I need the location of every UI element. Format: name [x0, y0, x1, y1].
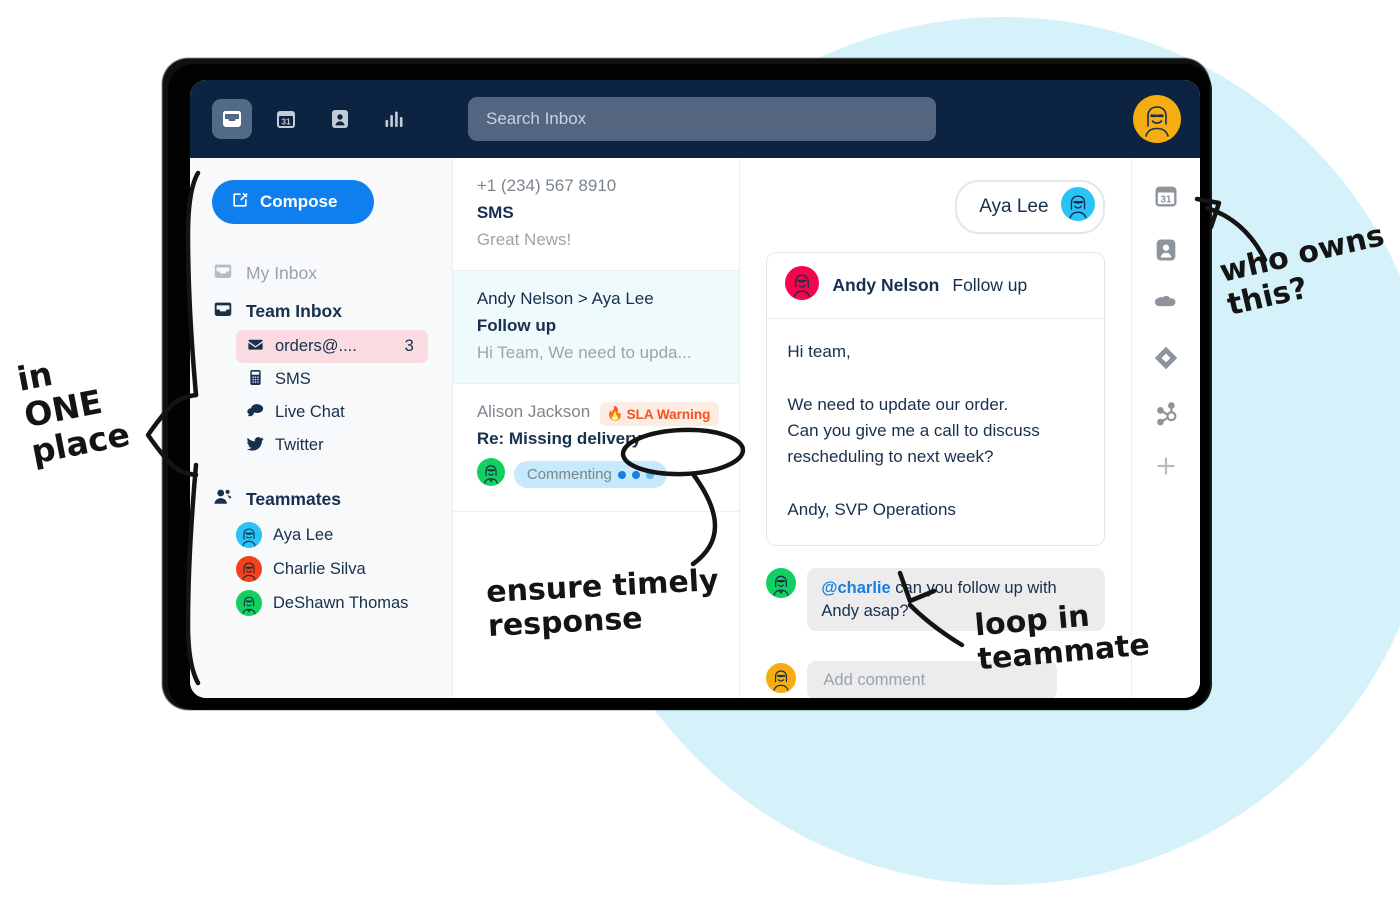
typing-dot	[617, 470, 626, 479]
sidebar-channel-live-chat[interactable]: Live Chat	[236, 396, 428, 429]
sidebar-item-label: My Inbox	[246, 262, 317, 283]
calendar-icon[interactable]: 31	[1150, 180, 1182, 212]
svg-text:31: 31	[1160, 194, 1171, 205]
envelope-icon	[246, 335, 265, 359]
teammate-name: DeShawn Thomas	[273, 593, 409, 612]
sidebar-teammate-charlie-silva[interactable]: Charlie Silva	[236, 552, 452, 586]
avatar	[236, 590, 262, 616]
left-sidebar: Compose My Inbox Team Inbox orders@.... …	[190, 158, 453, 698]
mention-link[interactable]: @charlie	[821, 579, 890, 597]
commenting-label: Commenting	[526, 466, 612, 483]
chat-icon	[246, 401, 265, 425]
compose-label: Compose	[260, 192, 338, 211]
people-icon	[212, 486, 234, 513]
conversation-preview: Great News!	[476, 230, 572, 249]
top-navigation-bar: 31 Search Inbox	[190, 80, 1200, 158]
inbox-icon	[212, 298, 234, 325]
conversation-item[interactable]: Andy Nelson > Aya Lee Follow up Hi Team,…	[452, 271, 740, 384]
commenting-indicator: Commenting	[476, 458, 720, 491]
conversation-sender: Andy Nelson > Aya Lee	[476, 289, 654, 308]
twitter-icon	[246, 434, 265, 458]
message-body: Hi team, We need to update our order. Ca…	[787, 342, 1040, 520]
contact-icon[interactable]	[1150, 234, 1182, 266]
assignee-label: Aya Lee	[979, 196, 1049, 217]
user-avatar[interactable]	[1132, 94, 1182, 144]
conversation-sender: Alison Jackson	[476, 402, 591, 421]
message-card: Andy Nelson Follow up Hi team, We need t…	[766, 252, 1105, 547]
conversation-subject: SMS	[476, 203, 514, 222]
search-placeholder: Search Inbox	[486, 109, 587, 128]
sidebar-section-gap	[190, 462, 452, 480]
sidebar-teammate-deshawn-thomas[interactable]: DeShawn Thomas	[236, 586, 452, 620]
fire-icon: 🔥	[606, 406, 624, 421]
analytics-icon[interactable]	[374, 99, 414, 139]
avatar	[236, 522, 262, 548]
teammate-name: Charlie Silva	[273, 559, 366, 578]
conversation-item[interactable]: +1 (234) 567 8910 SMS Great News!	[452, 158, 740, 271]
status-badge-label: SLA Warning	[626, 406, 711, 422]
assignee-row: Aya Lee	[766, 180, 1105, 234]
sidebar-item-label: Team Inbox	[246, 300, 342, 321]
plus-icon[interactable]	[1150, 450, 1182, 482]
message-sender: Andy Nelson	[832, 275, 940, 295]
compose-button[interactable]: Compose	[212, 180, 374, 224]
teammate-name: Aya Lee	[273, 525, 334, 544]
sidebar-channel-label: Live Chat	[275, 403, 345, 421]
sidebar-channel-twitter[interactable]: Twitter	[236, 429, 428, 462]
conversation-subject: Follow up	[476, 316, 557, 335]
annotation-ensure-timely-response: ensure timely response	[485, 562, 720, 644]
hubspot-icon[interactable]	[1150, 396, 1182, 428]
status-badge: 🔥 SLA Warning	[599, 402, 720, 426]
salesforce-cloud-icon[interactable]	[1150, 288, 1182, 320]
avatar	[766, 568, 797, 603]
sidebar-item-my-inbox[interactable]: My Inbox	[190, 254, 452, 292]
sidebar-channel-count: 3	[404, 337, 414, 355]
search-input[interactable]: Search Inbox	[468, 97, 936, 141]
avatar	[1060, 187, 1095, 227]
sidebar-item-team-inbox[interactable]: Team Inbox	[190, 292, 452, 330]
annotation-loop-in-teammate: loop in teammate	[973, 598, 1152, 677]
sidebar-channel-label: orders@....	[275, 337, 357, 355]
message-header: Andy Nelson Follow up	[767, 253, 1104, 319]
avatar	[766, 662, 797, 698]
typing-dot	[645, 470, 654, 479]
contact-icon[interactable]	[320, 99, 360, 139]
compose-icon	[230, 190, 250, 215]
conversation-item[interactable]: Alison Jackson 🔥 SLA Warning Re: Missing…	[452, 384, 740, 512]
sidebar-channel-orders[interactable]: orders@.... 3	[236, 330, 428, 363]
inbox-icon	[212, 260, 234, 287]
sidebar-channel-label: Twitter	[275, 436, 324, 454]
sidebar-nav-list: My Inbox Team Inbox orders@.... 3 SMS Li…	[190, 254, 452, 620]
mobile-icon	[246, 368, 265, 392]
avatar	[785, 266, 820, 305]
svg-text:31: 31	[281, 116, 291, 126]
annotation-in-one-place: in ONE place	[13, 353, 133, 472]
sidebar-item-label: Teammates	[246, 488, 342, 509]
avatar	[236, 556, 262, 582]
sidebar-channel-sms[interactable]: SMS	[236, 363, 428, 396]
conversation-header: Alison Jackson 🔥 SLA Warning	[477, 402, 720, 429]
avatar	[476, 458, 505, 491]
inbox-icon[interactable]	[212, 99, 252, 139]
sidebar-teammate-aya-lee[interactable]: Aya Lee	[236, 518, 452, 552]
typing-dot	[631, 470, 640, 479]
commenting-pill: Commenting	[513, 461, 667, 488]
conversation-sender: +1 (234) 567 8910	[476, 176, 617, 195]
screenshot-stage: 31 Search Inbox Compose My Inbox Team In…	[0, 0, 1400, 903]
message-subject: Follow up	[952, 275, 1028, 295]
sidebar-channel-label: SMS	[275, 370, 311, 388]
conversation-preview: Hi Team, We need to upda...	[476, 343, 692, 362]
jira-diamond-icon[interactable]	[1150, 342, 1182, 374]
conversation-subject: Re: Missing delivery	[476, 429, 642, 448]
calendar-icon[interactable]: 31	[266, 99, 306, 139]
sidebar-section-teammates[interactable]: Teammates	[190, 480, 452, 518]
assignee-chip[interactable]: Aya Lee	[955, 180, 1105, 234]
